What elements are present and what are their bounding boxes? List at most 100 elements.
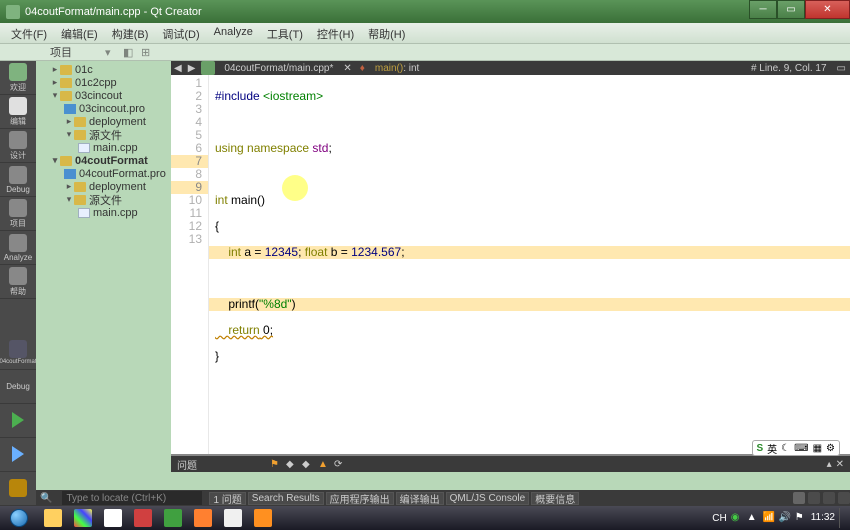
menu-analyze[interactable]: Analyze <box>207 23 260 43</box>
moon-icon[interactable]: ☾ <box>781 443 790 454</box>
tray-volume-icon[interactable]: 🔊 <box>779 512 791 524</box>
output-tab-search[interactable]: Search Results <box>248 492 324 505</box>
window-maximize-button[interactable]: ▭ <box>777 0 805 19</box>
tree-file[interactable]: main.cpp <box>36 141 171 154</box>
mode-bar: 欢迎 编辑 设计 Debug 项目 Analyze 帮助 04coutForma… <box>0 61 36 506</box>
window-close-button[interactable]: ✕ <box>805 0 850 19</box>
play-debug-icon <box>12 446 24 462</box>
code-editor[interactable]: 1234 56 78 91011 1213 #include <iostream… <box>171 75 850 454</box>
output-tabs: 🔍 Type to locate (Ctrl+K) 1 问题 Search Re… <box>36 490 850 506</box>
tree-project[interactable]: ▸01c2cpp <box>36 76 171 89</box>
hammer-icon <box>9 479 27 497</box>
qt-app-icon <box>6 5 20 19</box>
locator-input[interactable]: Type to locate (Ctrl+K) <box>62 491 202 505</box>
tree-folder[interactable]: ▾源文件 <box>36 193 171 206</box>
taskbar-app[interactable] <box>189 507 217 529</box>
taskbar-app[interactable] <box>249 507 277 529</box>
menu-tools[interactable]: 工具(T) <box>260 23 310 43</box>
nav-up-icon[interactable]: ◆ <box>286 459 296 469</box>
toolbar-icon[interactable]: ◧ <box>123 46 135 58</box>
sidebar-toggle-icon[interactable] <box>838 492 850 504</box>
project-pane-label: 项目 <box>50 44 72 60</box>
menu-edit[interactable]: 编辑(E) <box>54 23 105 43</box>
menu-debug[interactable]: 调试(D) <box>155 23 206 43</box>
panel-minimize-button[interactable]: ▴ <box>827 459 836 470</box>
output-tab-compile[interactable]: 编译输出 <box>396 492 444 505</box>
locate-icon[interactable]: 🔍 <box>36 493 56 504</box>
toolbar-icon[interactable]: ⊞ <box>141 46 153 58</box>
menu-help[interactable]: 帮助(H) <box>361 23 412 43</box>
taskbar-app[interactable] <box>159 507 187 529</box>
ime-toolbar[interactable]: S 英 ☾ ⌨ ▦ ⚙ <box>752 440 841 456</box>
mode-projects[interactable]: 项目 <box>0 197 36 231</box>
tree-project[interactable]: ▾03cincout <box>36 89 171 102</box>
warning-icon[interactable]: ▲ <box>318 459 328 469</box>
home-icon[interactable] <box>201 61 215 75</box>
sidebar-toggle-icon[interactable] <box>808 492 820 504</box>
tree-project-active[interactable]: ▾04coutFormat <box>36 154 171 167</box>
output-tab-summary[interactable]: 概要信息 <box>531 492 579 505</box>
show-desktop-button[interactable] <box>839 508 844 528</box>
play-icon <box>12 412 24 428</box>
gear-icon[interactable]: ⚙ <box>826 443 835 454</box>
nav-fwd-button[interactable]: ▶ <box>185 63 199 74</box>
ime-lang[interactable]: 英 <box>767 441 777 456</box>
sidebar-toggle-icon[interactable] <box>823 492 835 504</box>
method-icon: ♦ <box>356 63 369 74</box>
tray-network-icon[interactable]: 📶 <box>763 512 775 524</box>
tray-lang-icon[interactable]: CH <box>712 513 726 524</box>
keyboard-icon[interactable]: ⌨ <box>794 443 808 454</box>
project-tree[interactable]: ▸01c ▸01c2cpp ▾03cincout 03cincout.pro ▸… <box>36 61 171 506</box>
target-selector[interactable]: 04coutFormat <box>0 336 36 370</box>
window-minimize-button[interactable]: ─ <box>749 0 777 19</box>
run-button[interactable] <box>0 404 36 438</box>
mode-welcome[interactable]: 欢迎 <box>0 61 36 95</box>
mode-analyze[interactable]: Analyze <box>0 231 36 265</box>
toolbar-icon[interactable]: ▾ <box>105 46 117 58</box>
output-tab-issues[interactable]: 1 问题 <box>209 492 245 505</box>
run-debug-button[interactable] <box>0 438 36 472</box>
issues-panel-label: 问题 <box>177 457 197 472</box>
tray-flag-icon[interactable]: ⚑ <box>795 512 807 524</box>
mode-debug[interactable]: Debug <box>0 163 36 197</box>
build-button[interactable] <box>0 472 36 506</box>
close-tab-button[interactable]: ✕ <box>339 63 355 74</box>
code-content[interactable]: #include <iostream> using namespace std;… <box>209 75 850 454</box>
nav-down-icon[interactable]: ◆ <box>302 459 312 469</box>
panel-close-button[interactable]: ✕ <box>836 459 850 470</box>
taskbar-app[interactable] <box>219 507 247 529</box>
tree-file-open[interactable]: main.cpp <box>36 206 171 219</box>
open-file-tab[interactable]: 04coutFormat/main.cpp* <box>218 63 339 74</box>
mode-edit[interactable]: 编辑 <box>0 95 36 129</box>
output-tab-appoutput[interactable]: 应用程序输出 <box>326 492 394 505</box>
taskbar-app[interactable] <box>99 507 127 529</box>
tree-project[interactable]: ▸01c <box>36 63 171 76</box>
clear-icon[interactable]: ⟳ <box>334 459 344 469</box>
mode-help[interactable]: 帮助 <box>0 265 36 299</box>
menu-widgets[interactable]: 控件(H) <box>310 23 361 43</box>
start-button[interactable] <box>0 506 38 530</box>
split-button[interactable]: ▭ <box>833 63 850 74</box>
output-tab-qmljs[interactable]: QML/JS Console <box>446 492 530 505</box>
sidebar-toggle-icon[interactable] <box>793 492 805 504</box>
menu-file[interactable]: 文件(F) <box>4 23 54 43</box>
tree-file[interactable]: 04coutFormat.pro <box>36 167 171 180</box>
debug-label: Debug <box>0 370 36 404</box>
taskbar-clock[interactable]: 11:32 <box>811 513 835 523</box>
nav-back-button[interactable]: ◀ <box>171 63 185 74</box>
editor-tabbar: ◀ ▶ 04coutFormat/main.cpp* ✕ ♦ main(): i… <box>171 61 850 75</box>
mode-design[interactable]: 设计 <box>0 129 36 163</box>
taskbar-app[interactable] <box>39 507 67 529</box>
system-tray[interactable]: CH ◉ ▲ 📶 🔊 ⚑ 11:32 <box>712 508 850 528</box>
tree-file[interactable]: 03cincout.pro <box>36 102 171 115</box>
tray-icon[interactable]: ◉ <box>731 512 743 524</box>
grid-icon[interactable]: ▦ <box>813 443 822 454</box>
tree-folder[interactable]: ▾源文件 <box>36 128 171 141</box>
windows-logo-icon <box>10 509 28 527</box>
tray-icon[interactable]: ▲ <box>747 512 759 524</box>
taskbar-app[interactable] <box>69 507 97 529</box>
taskbar-app[interactable] <box>129 507 157 529</box>
breadcrumb-function[interactable]: main(): int <box>369 63 425 74</box>
filter-icon[interactable]: ⚑ <box>270 459 280 469</box>
menu-build[interactable]: 构建(B) <box>105 23 156 43</box>
